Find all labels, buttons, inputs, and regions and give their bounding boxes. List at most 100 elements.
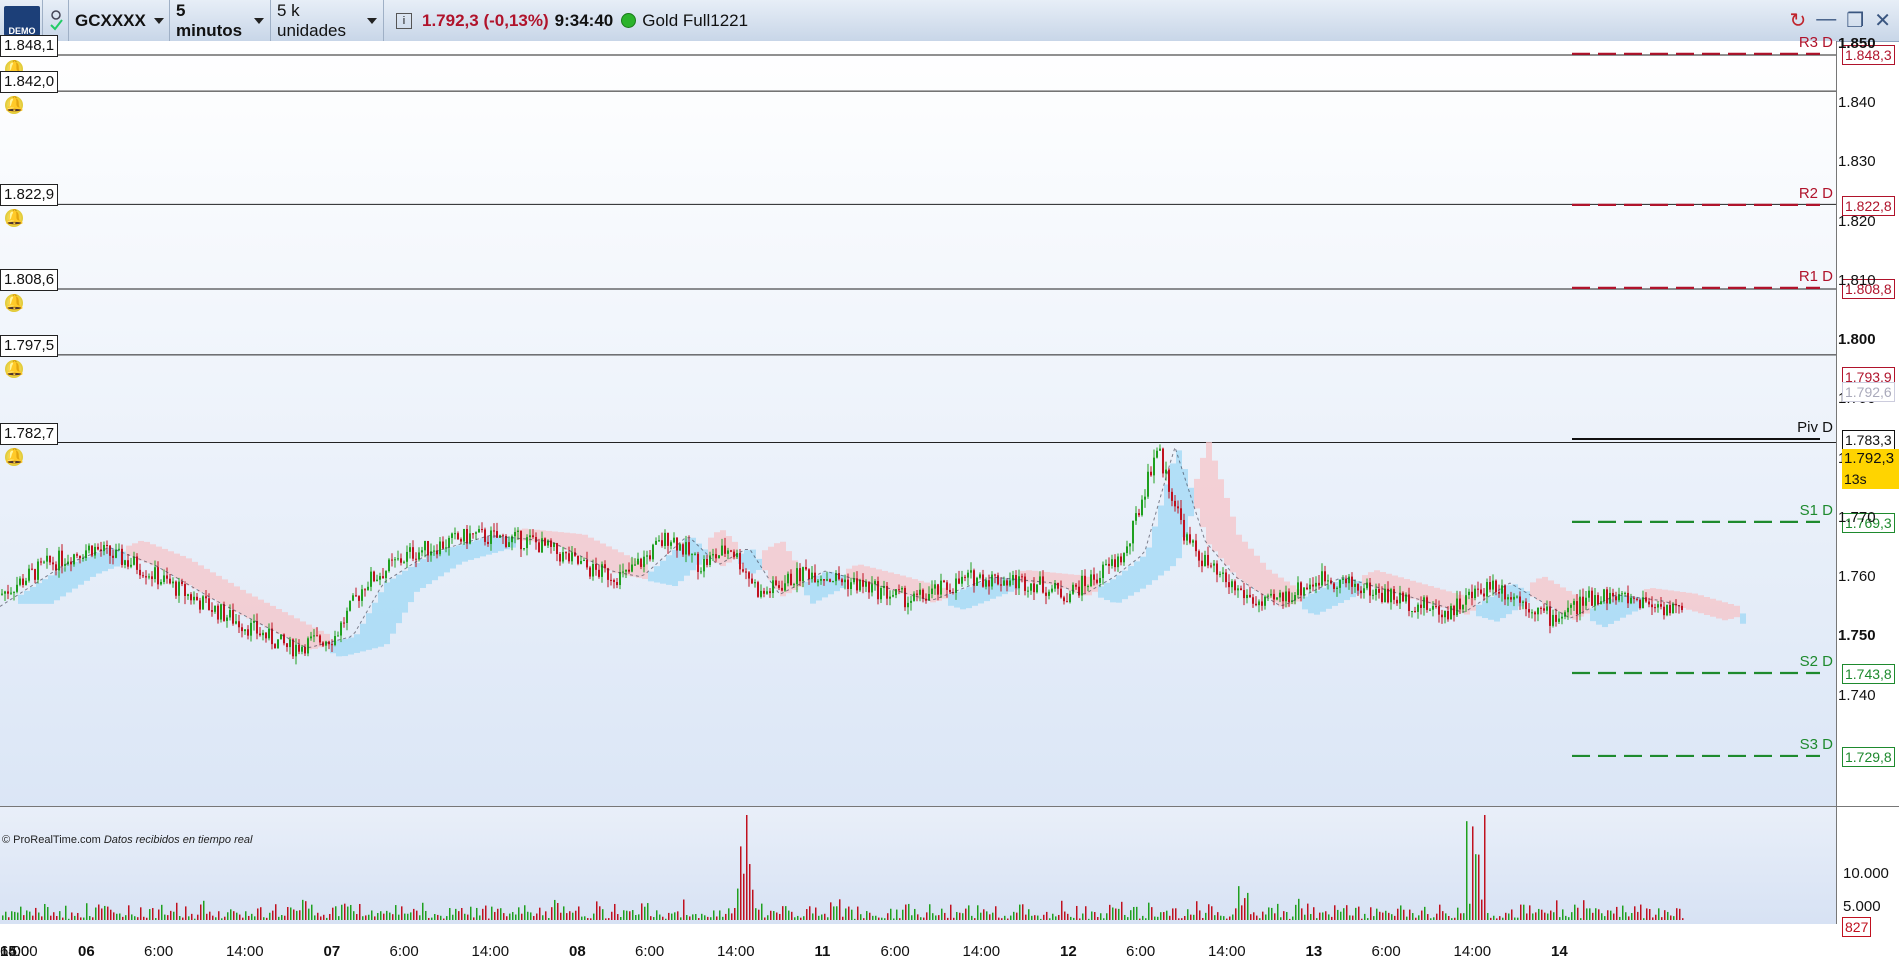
- volume-bar: [785, 906, 787, 920]
- candle-body: [1597, 595, 1599, 605]
- volume-bar: [1175, 908, 1177, 920]
- candle-body: [1174, 500, 1176, 507]
- volume-bar: [1025, 914, 1027, 920]
- maximize-icon[interactable]: ❐: [1846, 8, 1864, 33]
- candle-body: [1042, 576, 1044, 593]
- cloud-segment: [408, 566, 414, 603]
- volume-bar: [914, 908, 916, 920]
- volume-bar: [632, 910, 634, 920]
- alert-level-label[interactable]: 1.808,6: [0, 269, 59, 292]
- cloud-segment: [1596, 605, 1602, 625]
- volume-bar: [296, 910, 298, 920]
- candle-body: [1168, 469, 1170, 492]
- cloud-segment: [216, 575, 222, 603]
- volume-bar: [1454, 917, 1456, 920]
- volume-bar: [1424, 906, 1426, 920]
- candle-body: [913, 593, 915, 601]
- cloud-segment: [438, 550, 444, 577]
- alert-level-label[interactable]: 1.782,7: [0, 422, 59, 445]
- time-axis-label: 12: [1060, 943, 1077, 960]
- price-chart-svg[interactable]: [0, 41, 1899, 924]
- volume-bar: [989, 914, 991, 920]
- candle-body: [211, 610, 213, 612]
- candle-body: [1219, 573, 1221, 575]
- candle-body: [1450, 605, 1452, 620]
- volume-bar: [1388, 912, 1390, 920]
- candle-body: [340, 622, 342, 636]
- timeframe-selector[interactable]: 5 minutos: [170, 0, 271, 41]
- candle-body: [295, 644, 297, 657]
- candle-body: [49, 555, 51, 563]
- volume-bar: [77, 912, 79, 920]
- volume-bar: [1073, 917, 1075, 920]
- bell-icon[interactable]: 🔔: [5, 294, 24, 313]
- candle-body: [931, 588, 933, 594]
- candle-body: [802, 567, 804, 582]
- volume-bar: [1148, 902, 1150, 920]
- candle-body: [580, 560, 582, 564]
- candle-body: [490, 530, 492, 544]
- volume-bar: [116, 913, 118, 920]
- refresh-icon[interactable]: ↻: [1790, 8, 1807, 33]
- units-selector[interactable]: 5 k unidades: [271, 0, 384, 41]
- volume-bar: [1349, 915, 1351, 920]
- candle-body: [1060, 588, 1062, 598]
- alert-level-label[interactable]: 1.848,1: [0, 35, 59, 58]
- candle-body: [679, 544, 681, 551]
- volume-bar: [200, 904, 202, 920]
- candle-body: [838, 573, 840, 580]
- candle-body: [1225, 572, 1227, 583]
- candle-body: [640, 558, 642, 567]
- volume-bar: [1337, 909, 1339, 920]
- alert-level-label[interactable]: 1.797,5: [0, 334, 59, 357]
- info-icon[interactable]: i: [396, 12, 412, 29]
- candle-body: [979, 574, 981, 578]
- candle-body: [850, 582, 852, 589]
- volume-bar: [1664, 910, 1666, 920]
- bell-icon[interactable]: 🔔: [5, 447, 24, 466]
- candle-body: [1339, 579, 1341, 588]
- candle-body: [805, 567, 807, 570]
- volume-bar: [731, 913, 733, 920]
- candle-body: [1276, 597, 1278, 600]
- chart-area[interactable]: 1.848,1 🔔 1.842,0 🔔 1.822,9 🔔 1.808,6 🔔 1.797,5 🔔…: [0, 34, 1899, 960]
- bell-icon[interactable]: 🔔: [5, 209, 24, 228]
- candle-body: [232, 609, 234, 624]
- candle-body: [1495, 580, 1497, 593]
- bell-icon[interactable]: 🔔: [5, 359, 24, 378]
- candle-body: [136, 556, 138, 570]
- candle-body: [790, 573, 792, 586]
- candle-body: [1543, 608, 1545, 611]
- volume-bar: [749, 864, 751, 920]
- candle-body: [1663, 606, 1665, 616]
- close-icon[interactable]: ✕: [1874, 8, 1891, 33]
- cloud-segment: [384, 582, 390, 645]
- minimize-icon[interactable]: —: [1816, 8, 1836, 33]
- alert-level-label[interactable]: 1.842,0: [0, 71, 59, 94]
- volume-bar: [1049, 918, 1051, 920]
- volume-bar: [203, 900, 205, 920]
- cloud-segment: [1542, 576, 1548, 604]
- time-axis-label: 6:00: [389, 943, 419, 960]
- candle-body: [442, 541, 444, 549]
- volume-bar: [1493, 915, 1495, 920]
- candle-body: [1222, 572, 1224, 574]
- cloud-segment: [1128, 566, 1134, 596]
- volume-bar: [137, 917, 139, 920]
- volume-bar: [65, 905, 67, 920]
- candle-body: [40, 561, 42, 563]
- bell-icon[interactable]: 🔔: [5, 96, 24, 115]
- candle-body: [1630, 597, 1632, 604]
- volume-bar: [1520, 904, 1522, 920]
- candle-body: [745, 571, 747, 573]
- candle-body: [46, 555, 48, 562]
- instrument-selector[interactable]: GCXXXX: [69, 0, 170, 41]
- last-price: 1.792,3 (-0,13%): [422, 10, 549, 30]
- candle-body: [1381, 592, 1383, 602]
- demo-logo: DEMO: [4, 5, 40, 36]
- candle-body: [1216, 563, 1218, 575]
- alert-level-label[interactable]: 1.822,9: [0, 184, 59, 207]
- volume-bar: [1169, 915, 1171, 920]
- candle-body: [586, 559, 588, 568]
- candle-body: [1150, 471, 1152, 476]
